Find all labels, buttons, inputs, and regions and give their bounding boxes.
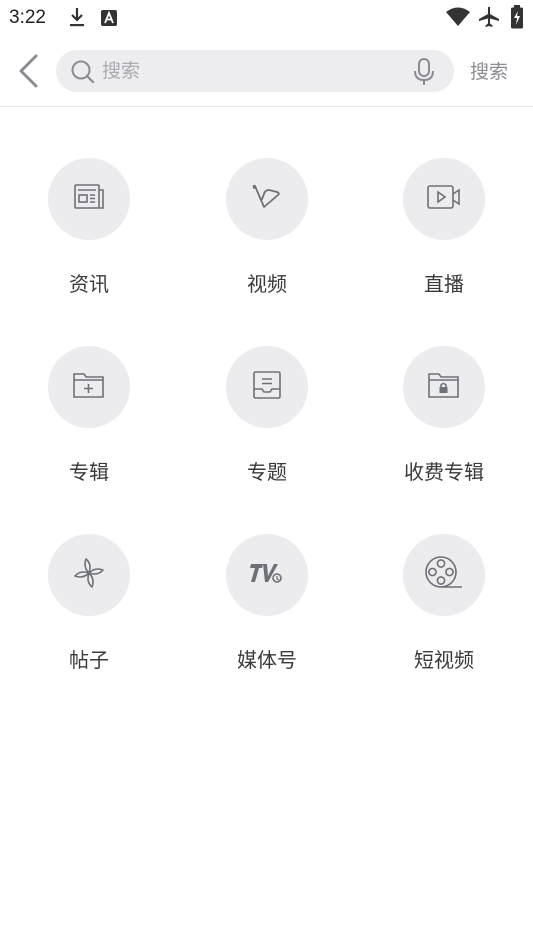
category-label: 短视频 bbox=[414, 648, 474, 672]
category-video[interactable]: 视频 bbox=[178, 158, 356, 308]
short-video-icon-circle bbox=[403, 534, 485, 616]
font-a-icon bbox=[100, 9, 118, 31]
download-icon bbox=[68, 6, 86, 32]
category-label: 帖子 bbox=[69, 648, 109, 672]
category-short-video[interactable]: 短视频 bbox=[355, 534, 533, 684]
topic-icon bbox=[251, 369, 283, 405]
category-album[interactable]: 专辑 bbox=[0, 346, 178, 496]
category-label: 资讯 bbox=[69, 272, 109, 296]
short-video-reel-icon bbox=[424, 555, 464, 595]
category-post[interactable]: 帖子 bbox=[0, 534, 178, 684]
category-topic[interactable]: 专题 bbox=[178, 346, 356, 496]
post-pinwheel-icon bbox=[71, 555, 107, 595]
category-label: 收费专辑 bbox=[404, 460, 484, 484]
topic-icon-circle bbox=[226, 346, 308, 428]
category-paid-album[interactable]: 收费专辑 bbox=[355, 346, 533, 496]
news-icon-circle bbox=[48, 158, 130, 240]
status-bar: 3:22 bbox=[0, 0, 533, 36]
search-header: 搜索 bbox=[0, 36, 533, 107]
paid-album-icon-circle bbox=[403, 346, 485, 428]
category-live[interactable]: 直播 bbox=[355, 158, 533, 308]
media-icon-circle bbox=[226, 534, 308, 616]
category-label: 专辑 bbox=[69, 460, 109, 484]
category-media[interactable]: 媒体号 bbox=[178, 534, 356, 684]
battery-charging-icon bbox=[510, 5, 524, 33]
video-icon bbox=[251, 181, 283, 217]
album-icon-circle bbox=[48, 346, 130, 428]
search-icon bbox=[70, 59, 96, 89]
paid-album-icon bbox=[427, 370, 461, 404]
category-label: 媒体号 bbox=[237, 648, 297, 672]
wifi-icon bbox=[446, 7, 470, 31]
category-label: 专题 bbox=[247, 460, 287, 484]
category-label: 直播 bbox=[424, 272, 464, 296]
news-icon bbox=[73, 183, 105, 215]
post-icon-circle bbox=[48, 534, 130, 616]
album-folder-icon bbox=[72, 370, 106, 404]
live-icon-circle bbox=[403, 158, 485, 240]
media-tv-icon bbox=[248, 560, 286, 590]
search-box[interactable] bbox=[56, 50, 454, 92]
airplane-icon bbox=[478, 6, 500, 32]
search-button[interactable]: 搜索 bbox=[470, 57, 508, 84]
category-label: 视频 bbox=[247, 272, 287, 296]
back-arrow-icon[interactable] bbox=[14, 54, 44, 88]
category-news[interactable]: 资讯 bbox=[0, 158, 178, 308]
video-icon-circle bbox=[226, 158, 308, 240]
status-time: 3:22 bbox=[9, 7, 46, 28]
live-camera-icon bbox=[426, 184, 462, 214]
search-input[interactable] bbox=[102, 50, 402, 92]
microphone-icon[interactable] bbox=[412, 57, 436, 91]
